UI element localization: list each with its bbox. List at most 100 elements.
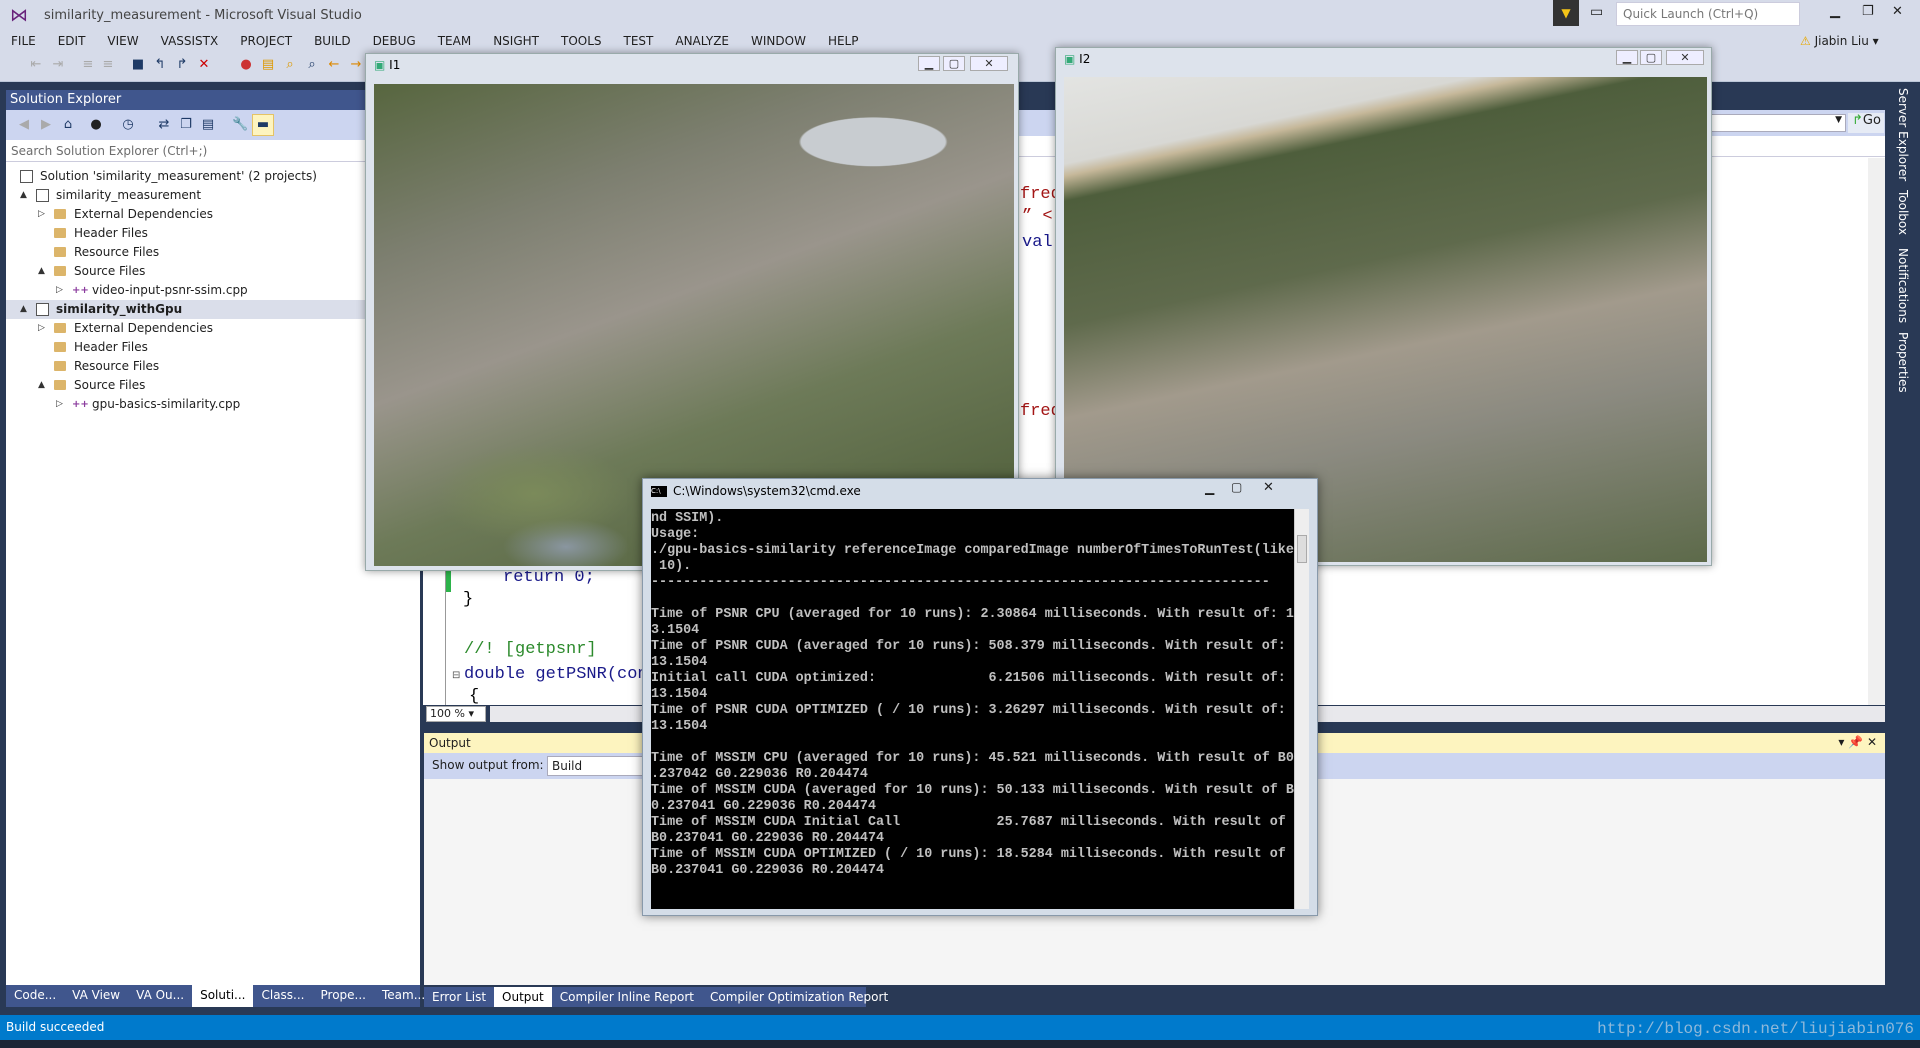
outdent-icon[interactable]: ⇥ <box>50 57 66 73</box>
zoom-level-select[interactable]: 100 % ▾ <box>426 706 486 722</box>
close-button[interactable]: ✕ <box>970 56 1008 71</box>
sync-icon[interactable]: ⇄ <box>156 117 172 133</box>
solution-search-input[interactable]: Search Solution Explorer (Ctrl+;) <box>6 141 420 162</box>
menu-project[interactable]: PROJECT <box>229 32 303 50</box>
expand-arrow-icon[interactable]: ▷ <box>38 319 45 338</box>
open-file-icon[interactable]: ▤ <box>260 57 276 73</box>
menu-help[interactable]: HELP <box>817 32 870 50</box>
expand-arrow-icon[interactable]: ▲ <box>20 300 27 319</box>
tree-item[interactable]: Resource Files <box>6 357 420 376</box>
tree-item[interactable]: ▲ Source Files <box>6 376 420 395</box>
tree-item[interactable]: ▷ ++ video-input-psnr-ssim.cpp <box>6 281 420 300</box>
expand-arrow-icon[interactable]: ▲ <box>38 262 45 281</box>
comment-icon[interactable]: ≡ <box>80 57 96 73</box>
collapse-all-icon[interactable]: ❐ <box>178 117 194 133</box>
tab-compiler-optimization-report[interactable]: Compiler Optimization Report <box>702 987 896 1007</box>
cmd-window[interactable]: C:\ C:\Windows\system32\cmd.exe ▁ ▢ ✕ nd… <box>642 478 1318 916</box>
tab-va-view[interactable]: VA View <box>64 985 128 1007</box>
tab-output[interactable]: Output <box>494 987 552 1007</box>
bookmark-icon[interactable]: ■ <box>130 57 146 73</box>
back-icon[interactable]: ◀ <box>16 117 32 133</box>
home-icon[interactable]: ⌂ <box>60 117 76 133</box>
globe-icon[interactable]: ● <box>88 117 104 133</box>
feedback-icon[interactable]: ▭ <box>1590 4 1603 20</box>
tab-va-outline[interactable]: VA Ou... <box>128 985 192 1007</box>
tab-code-definition[interactable]: Code... <box>6 985 64 1007</box>
close-button[interactable]: ✕ <box>1892 4 1903 19</box>
user-account[interactable]: ⚠ Jiabin Liu ▾ <box>1800 34 1879 48</box>
go-button[interactable]: ↱Go <box>1848 113 1884 133</box>
output-panel-controls[interactable]: ▾ 📌 ✕ <box>1838 735 1877 749</box>
expand-arrow-icon[interactable]: ▷ <box>56 281 63 300</box>
menu-window[interactable]: WINDOW <box>740 32 817 50</box>
tree-item[interactable]: Resource Files <box>6 243 420 262</box>
menu-debug[interactable]: DEBUG <box>362 32 427 50</box>
console-output[interactable]: nd SSIM). Usage: ./gpu-basics-similarity r… <box>651 509 1294 909</box>
tree-item[interactable]: ▲ similarity_measurement <box>6 186 420 205</box>
tab-properties[interactable]: Properties <box>1896 332 1910 393</box>
tree-item[interactable]: ▷ External Dependencies <box>6 319 420 338</box>
menu-team[interactable]: TEAM <box>427 32 482 50</box>
menu-vassistx[interactable]: VASSISTX <box>150 32 230 50</box>
maximize-button[interactable]: ▢ <box>943 56 965 71</box>
tree-item[interactable]: Header Files <box>6 338 420 357</box>
cmd-close-button[interactable]: ✕ <box>1263 480 1274 495</box>
show-all-files-icon[interactable]: ▤ <box>200 117 216 133</box>
close-button[interactable]: ✕ <box>1666 50 1704 65</box>
expand-arrow-icon[interactable]: ▲ <box>38 376 45 395</box>
tree-item[interactable]: Solution 'similarity_measurement' (2 pro… <box>6 167 420 186</box>
expand-arrow-icon[interactable]: ▷ <box>38 205 45 224</box>
tomato-icon[interactable]: ● <box>238 57 254 73</box>
navigate-forward-icon[interactable]: → <box>348 57 364 73</box>
menu-view[interactable]: VIEW <box>96 32 149 50</box>
preview-icon[interactable]: ▬ <box>252 114 274 136</box>
cmd-scrollbar[interactable] <box>1294 509 1309 909</box>
forward-icon[interactable]: ▶ <box>38 117 54 133</box>
navigate-back-icon[interactable]: ← <box>326 57 342 73</box>
menu-build[interactable]: BUILD <box>303 32 361 50</box>
menu-tools[interactable]: TOOLS <box>550 32 613 50</box>
tab-property-manager[interactable]: Prope... <box>313 985 374 1007</box>
indent-icon[interactable]: ⇤ <box>28 57 44 73</box>
navigation-dropdown[interactable]: ▼ <box>1700 114 1846 132</box>
tab-class-view[interactable]: Class... <box>253 985 312 1007</box>
tree-item[interactable]: ▷ ++ gpu-basics-similarity.cpp <box>6 395 420 414</box>
tree-item[interactable]: ▷ External Dependencies <box>6 205 420 224</box>
expand-arrow-icon[interactable]: ▲ <box>20 186 27 205</box>
cmd-minimize-button[interactable]: ▁ <box>1205 481 1214 495</box>
tab-notifications[interactable]: Notifications <box>1896 248 1910 323</box>
editor-vertical-scrollbar[interactable] <box>1868 158 1885 705</box>
menu-edit[interactable]: EDIT <box>47 32 97 50</box>
menu-file[interactable]: FILE <box>0 32 47 50</box>
maximize-button[interactable]: ▢ <box>1640 50 1662 65</box>
find-references-icon[interactable]: ⌕ <box>304 57 320 73</box>
tab-solution-explorer[interactable]: Soluti... <box>192 985 254 1007</box>
restore-button[interactable]: ❐ <box>1862 4 1874 19</box>
find-symbol-icon[interactable]: ⌕ <box>282 57 298 73</box>
tree-item[interactable]: Header Files <box>6 224 420 243</box>
minimize-button[interactable]: ▁ <box>1616 50 1638 65</box>
tab-error-list[interactable]: Error List <box>424 987 494 1007</box>
menu-test[interactable]: TEST <box>613 32 665 50</box>
quick-launch-input[interactable]: Quick Launch (Ctrl+Q) <box>1616 2 1800 26</box>
minimize-button[interactable]: ▁ <box>1830 4 1840 19</box>
collapse-icon[interactable]: ⊟ <box>452 670 460 681</box>
pending-changes-icon[interactable]: ◷ <box>120 117 136 133</box>
clear-bookmarks-icon[interactable]: ✕ <box>196 57 212 73</box>
tab-server-explorer[interactable]: Server Explorer <box>1896 88 1910 181</box>
tab-compiler-inline-report[interactable]: Compiler Inline Report <box>552 987 702 1007</box>
expand-arrow-icon[interactable]: ▷ <box>56 395 63 414</box>
cmd-maximize-button[interactable]: ▢ <box>1231 480 1242 494</box>
notification-filter-icon[interactable]: ▼ <box>1553 0 1579 26</box>
properties-icon[interactable]: 🔧 <box>232 117 248 133</box>
menu-analyze[interactable]: ANALYZE <box>664 32 740 50</box>
minimize-button[interactable]: ▁ <box>918 56 940 71</box>
console-line: Time of PSNR CUDA (averaged for 10 runs)… <box>651 639 1286 654</box>
uncomment-icon[interactable]: ≡ <box>100 57 116 73</box>
prev-bookmark-icon[interactable]: ↰ <box>152 57 168 73</box>
tree-item[interactable]: ▲ similarity_withGpu <box>6 300 420 319</box>
tab-toolbox[interactable]: Toolbox <box>1896 190 1910 235</box>
next-bookmark-icon[interactable]: ↱ <box>174 57 190 73</box>
menu-nsight[interactable]: NSIGHT <box>482 32 550 50</box>
tree-item[interactable]: ▲ Source Files <box>6 262 420 281</box>
